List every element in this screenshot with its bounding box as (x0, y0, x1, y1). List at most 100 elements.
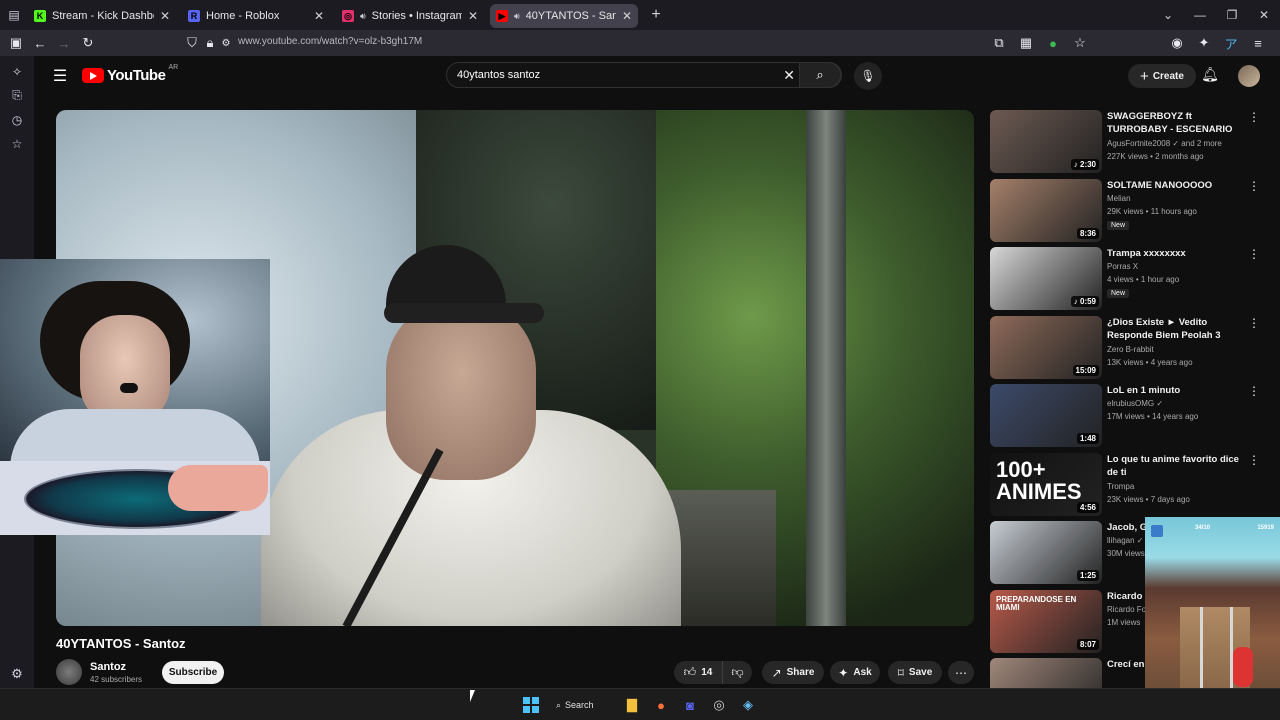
windows-start-icon[interactable] (522, 696, 540, 714)
browser-tab[interactable]: ◎ 🔊︎ Stories • Instagram ✕ (336, 4, 484, 28)
recommendation-title[interactable]: Lo que tu anime favorito dice de ti (1107, 453, 1243, 479)
recommendation-thumbnail[interactable]: 15:09 (990, 315, 1102, 379)
recommendation-item[interactable]: 15:09 ¿Dios Existe ► Vedito Responde Biem… (990, 315, 1280, 380)
recommendation-thumbnail[interactable] (990, 658, 1102, 688)
taskbar-search[interactable]: ⌕ Search (556, 697, 594, 713)
bookmark-star-icon[interactable]: ☆ (1068, 31, 1092, 55)
new-tab-button[interactable]: + (644, 6, 668, 24)
browser-tab[interactable]: K Stream - Kick Dashboard ✕ (28, 4, 176, 28)
subscribe-button[interactable]: Subscribe (162, 661, 224, 684)
speaker-icon[interactable]: 🔊︎ (360, 11, 366, 22)
steam-icon[interactable]: ◈ (739, 696, 757, 714)
save-button[interactable]: ⌑ Save (888, 661, 942, 684)
recommendation-title[interactable]: SOLTAME NANOOOOO (1107, 179, 1243, 192)
recommendation-thumbnail[interactable]: 1:48 (990, 384, 1102, 447)
recommendation-item[interactable]: 1:48 LoL en 1 minuto elrubiusOMG ✓ 17M view… (990, 384, 1280, 448)
ask-button[interactable]: ✦ Ask (830, 661, 880, 684)
menu-icon[interactable]: ≡ (1246, 31, 1270, 55)
more-vertical-icon[interactable]: ⋮ (1248, 247, 1260, 261)
search-icon[interactable]: ⌕ (799, 62, 841, 88)
synced-tabs-icon[interactable]: ⎘ (7, 86, 27, 105)
file-explorer-icon[interactable]: ▇ (623, 696, 641, 714)
recommendation-thumbnail[interactable]: 8:36 (990, 178, 1102, 242)
history-icon[interactable]: ◷ (7, 110, 27, 129)
recommendation-item[interactable]: ♪ 0:59 Trampa xxxxxxxx Porras X 4 views • 1… (990, 247, 1280, 311)
recommendation-channel[interactable]: llihagan ✓ (1107, 536, 1144, 545)
download-ext-icon[interactable]: ● (1041, 31, 1065, 55)
forward-arrow-icon[interactable]: → (52, 31, 76, 55)
recommendation-channel[interactable]: Trompa (1107, 482, 1134, 491)
recommendation-item[interactable]: ♪ 2:30 SWAGGERBOYZ ft TURROBABY - ESCENAR… (990, 110, 1280, 174)
recommendation-channel[interactable]: Melian (1107, 194, 1131, 203)
extensions-icon[interactable]: ✦ (1192, 31, 1216, 55)
ai-chat-icon[interactable]: ✧ (7, 62, 27, 81)
recommendation-channel[interactable]: AgusFortnite2008 ✓ and 2 more (1107, 139, 1222, 148)
firefox-icon[interactable]: ● (652, 696, 670, 714)
more-vertical-icon[interactable]: ⋮ (1248, 179, 1260, 193)
logo-text: YouTube (107, 67, 166, 84)
more-vertical-icon[interactable]: ⋮ (1248, 110, 1260, 124)
recommendation-channel[interactable]: Zero B-rabbit (1107, 345, 1154, 354)
restore-button[interactable]: ❐ (1216, 8, 1248, 22)
browser-tab[interactable]: ▶ 🔊︎ 40YTANTOS - Santoz - YouTube ✕ (490, 4, 638, 28)
recommendation-channel[interactable]: Porras X (1107, 262, 1138, 271)
picture-in-picture-icon[interactable]: ⧉ (987, 31, 1011, 55)
share-button[interactable]: ↗ Share (762, 661, 824, 684)
youtube-logo[interactable]: YouTube AR (82, 64, 178, 84)
translate-ext-icon[interactable]: ア (1219, 31, 1243, 55)
recommendation-channel[interactable]: elrubiusOMG ✓ (1107, 399, 1163, 408)
more-actions-button[interactable]: ⋯ (948, 661, 974, 684)
browser-tab[interactable]: R Home - Roblox ✕ (182, 4, 330, 28)
create-button[interactable]: + Create (1128, 64, 1196, 88)
close-window-button[interactable]: ✕ (1248, 8, 1280, 22)
recommendation-title[interactable]: Trampa xxxxxxxx (1107, 247, 1243, 260)
address-bar[interactable]: www.youtube.com/watch?v=olz-b3gh17M (238, 36, 422, 47)
user-avatar[interactable] (1238, 65, 1260, 87)
recommendation-thumbnail[interactable]: ♪ 2:30 (990, 110, 1102, 173)
recommendation-thumbnail[interactable]: ♪ 0:59 (990, 247, 1102, 310)
back-arrow-icon[interactable]: ← (28, 31, 52, 55)
search-input[interactable]: 40ytantos santoz ✕ ⌕ (446, 62, 842, 88)
reader-icon[interactable]: ▦ (1014, 31, 1038, 55)
account-icon[interactable]: ◉ (1165, 31, 1189, 55)
recommendation-channel[interactable]: Ricardo Fo (1107, 605, 1146, 614)
permissions-icon[interactable]: ⚙ (214, 31, 238, 55)
recommendation-title[interactable]: ¿Dios Existe ► Vedito Responde Biem Peol… (1107, 316, 1243, 342)
tab-list-icon[interactable]: ▤ (0, 0, 28, 30)
recommendation-thumbnail[interactable]: 100+ ANIMES 4:56 (990, 452, 1102, 516)
recommendation-thumbnail[interactable]: 1:25 (990, 521, 1102, 584)
microphone-icon[interactable]: 🎙︎ (854, 62, 882, 90)
minimize-button[interactable]: — (1184, 8, 1216, 22)
handcam-hand (168, 465, 268, 511)
channel-name[interactable]: Santoz (90, 661, 126, 673)
speaker-icon[interactable]: 🔊︎ (514, 11, 520, 22)
recommendation-thumbnail[interactable]: PREPARANDOSE EN MIAMI 8:07 (990, 589, 1102, 653)
recommendation-item[interactable]: 100+ ANIMES 4:56 Lo que tu anime favorito … (990, 452, 1280, 517)
clear-search-icon[interactable]: ✕ (783, 67, 795, 84)
recommendation-item[interactable]: 8:36 SOLTAME NANOOOOO Melian 29K views • 11… (990, 178, 1280, 243)
list-all-tabs-icon[interactable]: ⌄ (1152, 8, 1184, 22)
recommendation-title[interactable]: LoL en 1 minuto (1107, 384, 1243, 397)
sidebar-settings-icon[interactable]: ⚙ (7, 666, 27, 682)
more-vertical-icon[interactable]: ⋮ (1248, 453, 1260, 467)
like-button[interactable]: 👍︎ 14 (674, 661, 722, 684)
thumbnail-text: 100+ ANIMES (996, 456, 1082, 504)
dislike-button[interactable]: 👎︎ (722, 661, 752, 684)
tab-title: Home - Roblox (206, 10, 280, 22)
recommendation-title[interactable]: SWAGGERBOYZ ft TURROBABY - ESCENARIO (Vi… (1107, 110, 1243, 136)
game-runner (1233, 647, 1253, 687)
notifications-bell-icon[interactable]: 🔔︎ (1200, 66, 1220, 83)
sidebar-toggle-icon[interactable]: ▣ (4, 31, 28, 55)
bookmarks-icon[interactable]: ☆ (7, 134, 27, 153)
discord-icon[interactable]: ◙ (681, 696, 699, 714)
close-tab-icon[interactable]: ✕ (314, 9, 324, 23)
more-vertical-icon[interactable]: ⋮ (1248, 316, 1260, 330)
close-tab-icon[interactable]: ✕ (468, 9, 478, 23)
close-tab-icon[interactable]: ✕ (160, 9, 170, 23)
channel-avatar[interactable] (56, 659, 82, 685)
close-tab-icon[interactable]: ✕ (622, 9, 632, 23)
reload-icon[interactable]: ↻ (76, 31, 100, 55)
hamburger-menu-icon[interactable]: ☰ (50, 66, 70, 86)
more-vertical-icon[interactable]: ⋮ (1248, 384, 1260, 398)
obs-icon[interactable]: ◎ (710, 696, 728, 714)
